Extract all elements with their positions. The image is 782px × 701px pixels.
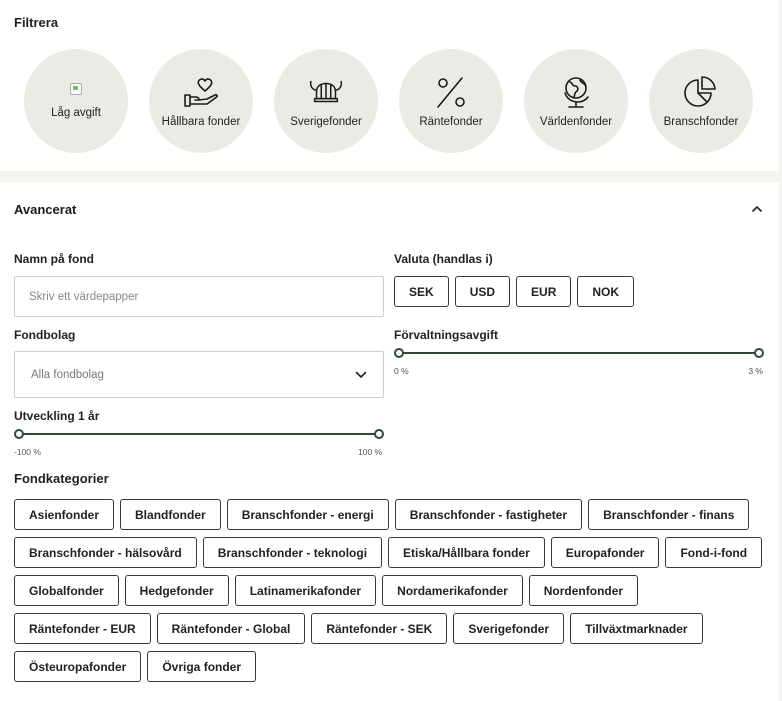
category-button[interactable]: Branschfonder - hälsovård: [14, 537, 197, 568]
categories-label: Fondkategorier: [14, 471, 109, 486]
advanced-section: Avancerat Namn på fond Valuta (handlas i…: [0, 182, 779, 701]
currency-buttons: SEK USD EUR NOK: [394, 276, 635, 307]
viking-helmet-icon: [308, 74, 344, 110]
category-button[interactable]: Övriga fonder: [147, 651, 257, 682]
fund-company-label: Fondbolag: [14, 328, 76, 342]
performance-min-value: -100 %: [14, 447, 41, 457]
quick-filter-interest[interactable]: Räntefonder: [399, 49, 503, 153]
category-button[interactable]: Branschfonder - fastigheter: [394, 499, 583, 530]
category-button[interactable]: Etiska/Hållbara fonder: [388, 537, 545, 568]
currency-eur-button[interactable]: EUR: [516, 276, 572, 307]
currency-nok-button[interactable]: NOK: [577, 276, 635, 307]
advanced-title: Avancerat: [14, 202, 77, 217]
chevron-down-icon: [355, 371, 367, 378]
performance-slider-track: [19, 433, 379, 435]
heart-hand-icon: [183, 74, 219, 110]
fee-max-value: 3 %: [748, 366, 763, 376]
fee-label: Förvaltningsavgift: [394, 328, 499, 342]
quick-filter-label: Hållbara fonder: [161, 116, 241, 128]
category-button[interactable]: Hedgefonder: [124, 575, 229, 606]
category-button[interactable]: Branschfonder - teknologi: [202, 537, 383, 568]
fee-slider-max-handle[interactable]: [754, 348, 764, 358]
fee-slider-track: [399, 352, 759, 354]
category-button[interactable]: Fond-i-fond: [665, 537, 763, 568]
fee-min-value: 0 %: [394, 366, 409, 376]
quick-filter-label: Världenfonder: [539, 116, 613, 128]
pie-chart-icon: [683, 74, 719, 110]
quick-filter-world[interactable]: Världenfonder: [524, 49, 628, 153]
quick-filter-sector[interactable]: Branschfonder: [649, 49, 753, 153]
category-button[interactable]: Nordenfonder: [528, 575, 639, 606]
filter-title: Filtrera: [14, 15, 59, 30]
currency-sek-button[interactable]: SEK: [394, 276, 449, 307]
category-button[interactable]: Nordamerikafonder: [382, 575, 523, 606]
category-button[interactable]: Sverigefonder: [453, 613, 565, 644]
category-button[interactable]: Räntefonder - SEK: [311, 613, 448, 644]
category-button[interactable]: Blandfonder: [120, 499, 221, 530]
category-button[interactable]: Branschfonder - finans: [588, 499, 750, 530]
fee-slider-min-handle[interactable]: [394, 348, 404, 358]
category-button[interactable]: Branschfonder - energi: [226, 499, 389, 530]
quick-filter-low-fee[interactable]: Låg avgift: [24, 49, 128, 153]
performance-slider[interactable]: [14, 429, 384, 439]
quick-filter-label: Låg avgift: [51, 107, 101, 119]
quick-filter-sustainable[interactable]: Hållbara fonder: [149, 49, 253, 153]
globe-icon: [558, 74, 594, 110]
currency-label: Valuta (handlas i): [394, 252, 493, 266]
currency-usd-button[interactable]: USD: [454, 276, 511, 307]
quick-filter-label: Räntefonder: [419, 116, 483, 128]
performance-label: Utveckling 1 år: [14, 409, 100, 423]
percent-icon: [433, 74, 469, 110]
category-button[interactable]: Latinamerikafonder: [234, 575, 377, 606]
fund-company-select[interactable]: Alla fondbolag: [14, 351, 384, 398]
fund-name-input[interactable]: [14, 276, 384, 317]
quick-filters: Låg avgift Hållbara fonder Sverigefonder…: [24, 49, 753, 153]
category-button[interactable]: Räntefonder - EUR: [14, 613, 151, 644]
category-button[interactable]: Östeuropafonder: [14, 651, 142, 682]
category-button[interactable]: Räntefonder - Global: [156, 613, 306, 644]
performance-slider-min-handle[interactable]: [14, 429, 24, 439]
quick-filter-label: Branschfonder: [663, 116, 739, 128]
filter-section: Filtrera Låg avgift Hållbara fonder Sver…: [0, 0, 779, 171]
fee-slider[interactable]: [394, 348, 764, 358]
category-button[interactable]: Europafonder: [550, 537, 660, 568]
category-button[interactable]: Asienfonder: [14, 499, 115, 530]
broken-image-icon: [70, 83, 82, 95]
performance-slider-max-handle[interactable]: [374, 429, 384, 439]
category-list: Asienfonder Blandfonder Branschfonder - …: [14, 499, 764, 682]
quick-filter-label: Sverigefonder: [290, 116, 362, 128]
fund-name-label: Namn på fond: [14, 252, 94, 266]
category-button[interactable]: Tillväxtmarknader: [570, 613, 703, 644]
fund-company-value: Alla fondbolag: [31, 368, 104, 381]
chevron-up-icon[interactable]: [751, 204, 763, 214]
performance-max-value: 100 %: [358, 447, 383, 457]
quick-filter-sweden[interactable]: Sverigefonder: [274, 49, 378, 153]
category-button[interactable]: Globalfonder: [14, 575, 119, 606]
